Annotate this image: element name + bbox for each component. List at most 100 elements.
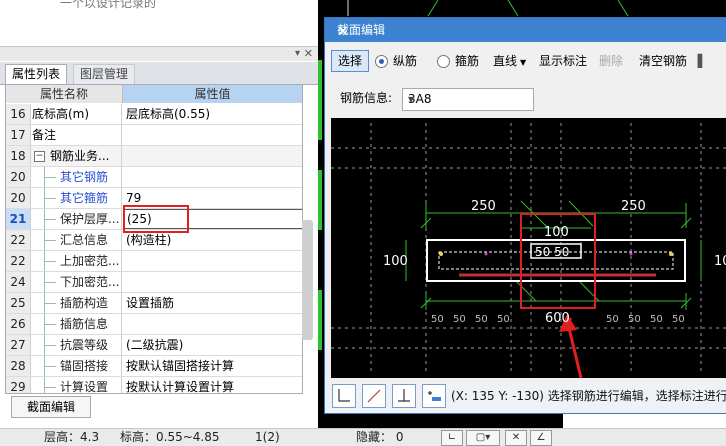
collapse-icon[interactable]: − bbox=[34, 151, 45, 162]
snap-mode-icon[interactable]: ▢▾ bbox=[466, 430, 500, 446]
section-canvas[interactable]: 250 250 100 100 10 50 50 600 50 50 50 50… bbox=[331, 118, 726, 378]
header-value: 属性值 bbox=[123, 85, 302, 103]
row-number: 21 bbox=[6, 209, 31, 229]
row-name: 插筋构造 bbox=[60, 293, 122, 313]
row-name: 其它钢筋 bbox=[60, 167, 122, 187]
dim-label-top[interactable]: 100 bbox=[544, 225, 569, 240]
snap-angle-icon[interactable]: ∠ bbox=[530, 430, 552, 446]
dim-label-inner[interactable]: 50 50 bbox=[535, 245, 569, 259]
tick-label: 50 bbox=[453, 314, 466, 325]
vertical-scrollbar[interactable] bbox=[302, 220, 313, 340]
row-name: 抗震等级 bbox=[60, 335, 122, 355]
status-bar: 层高：4.3 标高：0.55~4.85 1(2) 隐藏： 0 ∟ ▢▾ ✕ ∠ bbox=[0, 428, 726, 446]
dialog-titlebar[interactable]: 截面编辑 ✕ bbox=[325, 18, 726, 42]
dim-label-height-left[interactable]: 100 bbox=[383, 254, 408, 269]
row-value[interactable]: 按默认锚固搭接计算 bbox=[126, 356, 298, 376]
row-number: 25 bbox=[6, 293, 31, 313]
tab-layer-manager[interactable]: 图层管理 bbox=[73, 64, 136, 84]
row-number: 16 bbox=[6, 104, 31, 124]
close-icon[interactable]: ✕ bbox=[304, 47, 313, 60]
perpendicular-icon[interactable] bbox=[392, 384, 416, 408]
line-dropdown[interactable]: 直线 ▼ bbox=[493, 51, 526, 71]
row-name: 插筋信息 bbox=[60, 314, 122, 334]
rebar-info-label: 钢筋信息: bbox=[340, 91, 393, 105]
chevron-down-icon: ▼ bbox=[408, 95, 415, 104]
snap-cross-icon[interactable]: ✕ bbox=[505, 430, 527, 446]
corner-tool-icon[interactable] bbox=[332, 384, 356, 408]
clear-rebar-button[interactable]: 清空钢筋 bbox=[639, 51, 687, 71]
rebar-info-select[interactable]: 3A8 ▼ bbox=[402, 88, 534, 111]
table-row[interactable]: 16 底标高(m) 层底标高(0.55) bbox=[6, 104, 302, 125]
row-number: 29 bbox=[6, 377, 31, 393]
table-row[interactable]: 20 其它钢筋 bbox=[6, 167, 302, 188]
add-dimension-icon[interactable] bbox=[422, 384, 446, 408]
tick-label: 50 bbox=[475, 314, 488, 325]
row-name: 其它箍筋 bbox=[60, 188, 122, 208]
row-name: 计算设置 bbox=[60, 377, 122, 393]
delete-button[interactable]: 删除 bbox=[599, 51, 623, 71]
rebar-info-bar: 钢筋信息: 3A8 ▼ bbox=[332, 83, 534, 116]
row-value[interactable] bbox=[126, 251, 298, 271]
table-row[interactable]: 29 计算设置 按默认计算设置计算 bbox=[6, 377, 302, 393]
row-name: 备注 bbox=[32, 125, 122, 145]
longitudinal-label[interactable]: 纵筋 bbox=[393, 51, 417, 71]
row-value[interactable]: (构造柱) bbox=[126, 230, 298, 250]
dim-label-height-right[interactable]: 10 bbox=[714, 254, 726, 269]
longitudinal-radio[interactable] bbox=[375, 55, 388, 68]
table-row[interactable]: 25 插筋构造 设置插筋 bbox=[6, 293, 302, 314]
section-edit-button[interactable]: 截面编辑 bbox=[11, 396, 91, 418]
tick-label: 50 bbox=[650, 314, 663, 325]
row-value[interactable] bbox=[126, 146, 298, 166]
row-value[interactable] bbox=[126, 272, 298, 292]
row-value[interactable]: (二级抗震) bbox=[126, 335, 298, 355]
tick-label: 50 bbox=[628, 314, 641, 325]
close-icon[interactable]: ✕ bbox=[337, 20, 723, 44]
table-row-group[interactable]: 18 − 钢筋业务... bbox=[6, 146, 302, 167]
dialog-toolbar: 选择 纵筋 箍筋 直线 ▼ 显示标注 删除 清空钢筋 ▐ bbox=[325, 42, 726, 80]
row-value[interactable]: 按默认计算设置计算 bbox=[126, 377, 298, 393]
select-button[interactable]: 选择 bbox=[331, 50, 369, 72]
show-label-button[interactable]: 显示标注 bbox=[539, 51, 587, 71]
tick-label: 50 bbox=[497, 314, 510, 325]
dim-label-bottom[interactable]: 600 bbox=[545, 311, 570, 326]
row-value[interactable]: 层底标高(0.55) bbox=[126, 104, 298, 124]
table-row[interactable]: 22 汇总信息 (构造柱) bbox=[6, 230, 302, 251]
property-grid: 属性名称 属性值 16 底标高(m) 层底标高(0.55) 17 备注 18 −… bbox=[5, 84, 303, 394]
dim-label-left[interactable]: 250 bbox=[471, 199, 496, 214]
table-row[interactable]: 26 插筋信息 bbox=[6, 314, 302, 335]
stirrup-label[interactable]: 箍筋 bbox=[455, 51, 479, 71]
status-count: 1(2) bbox=[255, 430, 280, 444]
row-value[interactable] bbox=[126, 125, 298, 145]
table-row[interactable]: 22 上加密范... bbox=[6, 251, 302, 272]
panel-header: ▾ ✕ bbox=[0, 47, 318, 61]
line-label: 直线 bbox=[493, 54, 518, 68]
row-name: 上加密范... bbox=[60, 251, 122, 271]
pin-icon[interactable]: ▾ bbox=[295, 48, 300, 59]
row-name: 汇总信息 bbox=[60, 230, 122, 250]
row-name: 底标高(m) bbox=[32, 104, 122, 124]
row-number: 27 bbox=[6, 335, 31, 355]
section-edit-dialog: 截面编辑 ✕ 选择 纵筋 箍筋 直线 ▼ 显示标注 删除 清空钢筋 ▐ 钢筋信息:… bbox=[324, 17, 726, 414]
table-row[interactable]: 28 锚固搭接 按默认锚固搭接计算 bbox=[6, 356, 302, 377]
table-row[interactable]: 17 备注 bbox=[6, 125, 302, 146]
top-strip-text: 一个以设计记录的 bbox=[60, 0, 157, 10]
dropdown-arrow-icon: ▼ bbox=[520, 58, 527, 67]
row-value[interactable] bbox=[126, 314, 298, 334]
row-name: 下加密范... bbox=[60, 272, 122, 292]
more-toolbar-icon[interactable]: ▐ bbox=[693, 51, 702, 71]
row-value[interactable]: 设置插筋 bbox=[126, 293, 298, 313]
dim-label-right[interactable]: 250 bbox=[621, 199, 646, 214]
table-row[interactable]: 24 下加密范... bbox=[6, 272, 302, 293]
stirrup-radio[interactable] bbox=[437, 55, 450, 68]
row-value[interactable] bbox=[126, 167, 298, 187]
row-number: 20 bbox=[6, 188, 31, 208]
tab-property-list[interactable]: 属性列表 bbox=[5, 64, 68, 84]
status-floor-height: 层高：4.3 bbox=[44, 430, 100, 444]
status-hidden: 隐藏： 0 bbox=[356, 430, 404, 444]
row-number: 17 bbox=[6, 125, 31, 145]
diagonal-line-icon[interactable] bbox=[362, 384, 386, 408]
snap-corner-icon[interactable]: ∟ bbox=[441, 430, 463, 446]
tick-label: 50 bbox=[672, 314, 685, 325]
table-row[interactable]: 27 抗震等级 (二级抗震) bbox=[6, 335, 302, 356]
coordinate-status: (X: 135 Y: -130) 选择钢筋进行编辑，选择标注进行 bbox=[451, 389, 726, 403]
